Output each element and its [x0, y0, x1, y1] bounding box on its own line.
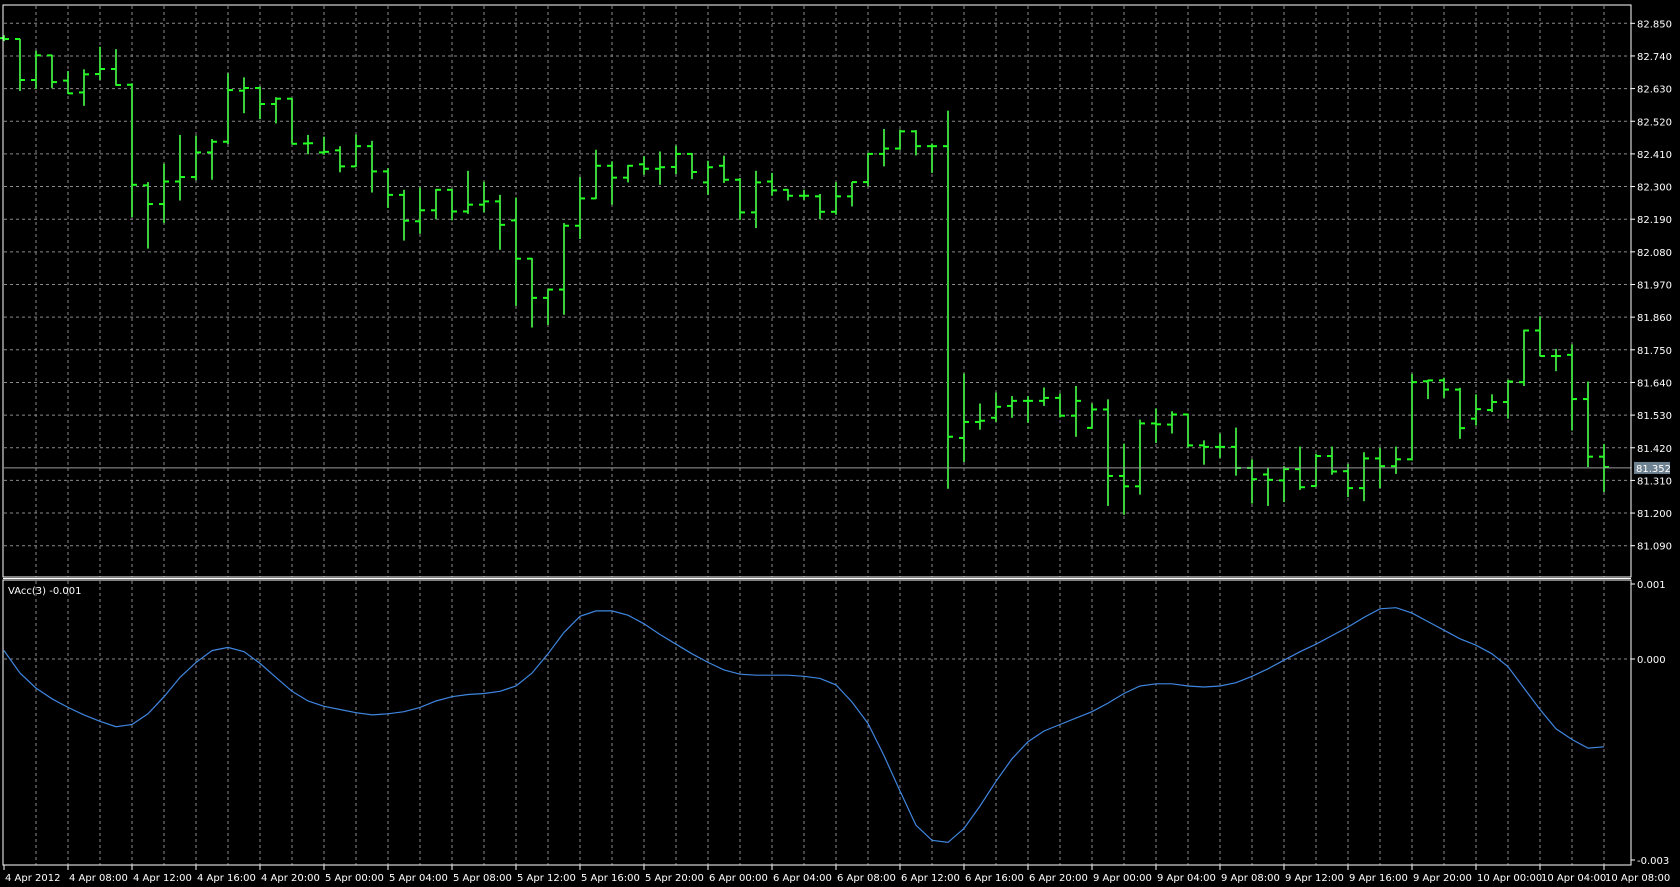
- price-tick-label: 82.520: [1637, 117, 1672, 128]
- time-tick-label: 5 Apr 12:00: [517, 873, 576, 884]
- price-tick-label: 81.420: [1637, 444, 1672, 455]
- price-tick-label: 81.970: [1637, 281, 1672, 292]
- time-tick-label: 9 Apr 20:00: [1413, 873, 1472, 884]
- price-tick-label: 81.200: [1637, 509, 1672, 520]
- time-tick-label: 9 Apr 00:00: [1093, 873, 1152, 884]
- price-tick-label: 81.750: [1637, 346, 1672, 357]
- price-tick-label: 82.630: [1637, 85, 1672, 96]
- indicator-label: VAcc(3) -0.001: [8, 586, 81, 597]
- time-tick-label: 10 Apr 04:00: [1541, 873, 1606, 884]
- price-tick-label: 82.080: [1637, 248, 1672, 259]
- time-tick-label: 6 Apr 00:00: [709, 873, 768, 884]
- time-tick-label: 9 Apr 16:00: [1349, 873, 1408, 884]
- time-tick-label: 5 Apr 08:00: [453, 873, 512, 884]
- chart-background: [0, 0, 1680, 887]
- price-tick-label: 81.310: [1637, 476, 1672, 487]
- time-tick-label: 10 Apr 08:00: [1605, 873, 1670, 884]
- time-tick-label: 9 Apr 08:00: [1221, 873, 1280, 884]
- price-tick-label: 81.090: [1637, 542, 1672, 553]
- time-tick-label: 5 Apr 04:00: [389, 873, 448, 884]
- indicator-tick-label: 0.001: [1637, 580, 1666, 591]
- time-tick-label: 5 Apr 00:00: [325, 873, 384, 884]
- time-tick-label: 6 Apr 08:00: [837, 873, 896, 884]
- trading-chart[interactable]: VAcc(3) -0.001 82.850 82.740 82.630 82.520 8…: [0, 0, 1680, 887]
- time-tick-label: 4 Apr 12:00: [133, 873, 192, 884]
- price-tick-label: 82.740: [1637, 52, 1672, 63]
- indicator-tick-label: 0.000: [1637, 655, 1666, 666]
- price-tick-label: 82.300: [1637, 183, 1672, 194]
- time-tick-label: 5 Apr 16:00: [581, 873, 640, 884]
- current-price-label: 81.352: [1636, 464, 1671, 475]
- time-tick-label: 9 Apr 12:00: [1285, 873, 1344, 884]
- time-tick-label: 6 Apr 12:00: [901, 873, 960, 884]
- time-tick-label: 6 Apr 04:00: [773, 873, 832, 884]
- price-tick-label: 81.860: [1637, 313, 1672, 324]
- price-tick-label: 82.190: [1637, 215, 1672, 226]
- time-tick-label: 4 Apr 16:00: [197, 873, 256, 884]
- time-tick-label: 5 Apr 20:00: [645, 873, 704, 884]
- time-tick-label: 4 Apr 20:00: [261, 873, 320, 884]
- price-tick-label: 82.850: [1637, 19, 1672, 30]
- price-tick-label: 82.410: [1637, 150, 1672, 161]
- time-tick-label: 9 Apr 04:00: [1157, 873, 1216, 884]
- time-tick-label: 4 Apr 2012: [5, 873, 60, 884]
- price-tick-label: 81.640: [1637, 378, 1672, 389]
- indicator-tick-label: -0.003: [1637, 856, 1669, 867]
- time-tick-label: 4 Apr 08:00: [69, 873, 128, 884]
- price-tick-label: 81.530: [1637, 411, 1672, 422]
- time-tick-label: 6 Apr 20:00: [1029, 873, 1088, 884]
- time-tick-label: 6 Apr 16:00: [965, 873, 1024, 884]
- time-tick-label: 10 Apr 00:00: [1477, 873, 1542, 884]
